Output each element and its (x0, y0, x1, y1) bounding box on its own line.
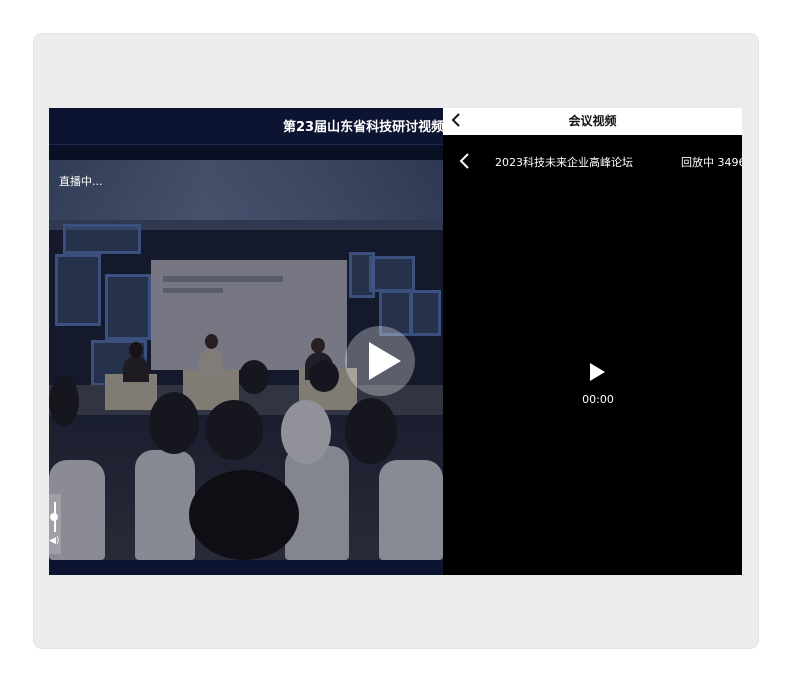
playback-status: 回放中 3496 (681, 156, 742, 169)
volume-knob[interactable] (50, 513, 58, 521)
play-icon (369, 342, 401, 380)
left-player-title: 第23届山东省科技研讨视频 (283, 120, 443, 135)
left-video-player[interactable]: 第23届山东省科技研讨视频 直播中... ◀) (49, 108, 443, 575)
play-button[interactable] (345, 326, 415, 396)
video-title: 2023科技未来企业高峰论坛 (495, 156, 633, 169)
left-player-bottom-bar (49, 560, 443, 575)
volume-slider[interactable]: ◀) (49, 494, 61, 554)
right-video-page: 会议视频 2023科技未来企业高峰论坛 回放中 3496 00:00 (443, 108, 742, 575)
chevron-left-icon[interactable] (458, 152, 472, 170)
left-player-title-bar: 第23届山东省科技研讨视频 (49, 108, 443, 145)
live-status-label: 直播中... (59, 175, 103, 188)
volume-icon[interactable]: ◀) (49, 536, 59, 546)
playback-time: 00:00 (582, 393, 614, 406)
page-title: 会议视频 (568, 114, 617, 128)
play-icon[interactable] (590, 363, 605, 381)
page-header: 会议视频 (443, 108, 742, 135)
